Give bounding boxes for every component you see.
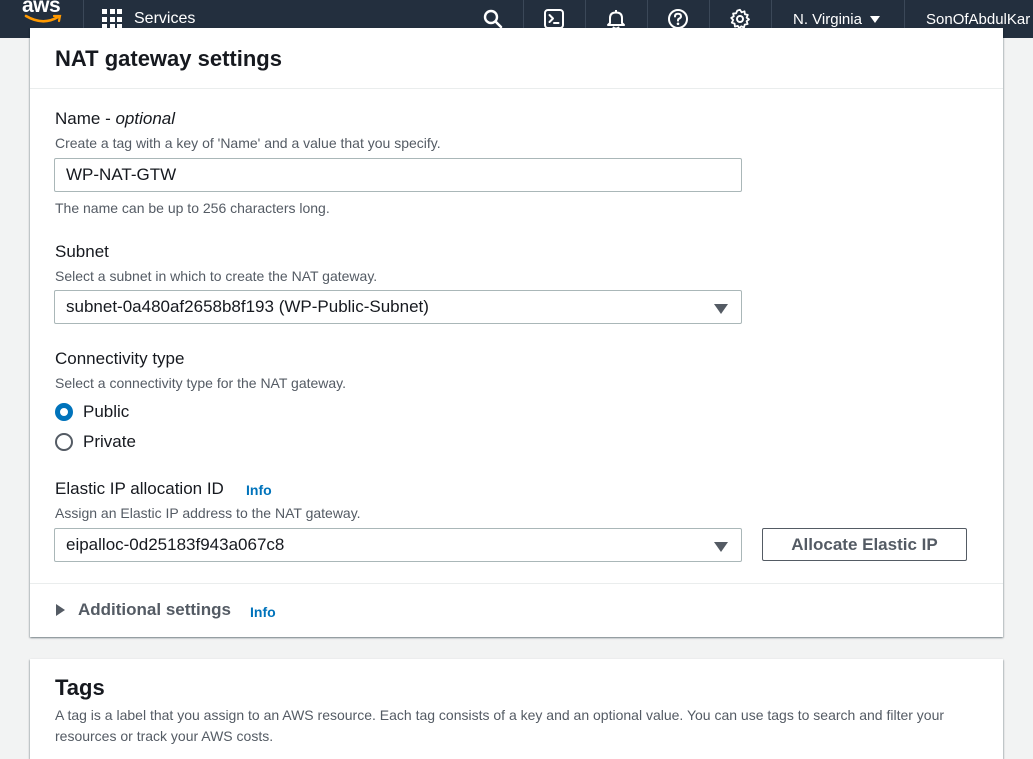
subnet-select[interactable]: subnet-0a480af2658b8f193 (WP-Public-Subn…	[54, 290, 742, 324]
name-label-text: Name -	[55, 109, 116, 128]
section-divider	[30, 583, 1003, 584]
tags-description: A tag is a label that you assign to an A…	[55, 707, 945, 744]
tags-panel: Tags A tag is a label that you assign to…	[30, 659, 1003, 759]
optional-label: optional	[115, 109, 176, 128]
tags-title: Tags	[55, 675, 105, 700]
elastic-ip-select[interactable]: eipalloc-0d25183f943a067c8	[54, 528, 742, 562]
elastic-ip-label: Elastic IP allocation ID	[55, 479, 224, 498]
connectivity-type-label: Connectivity type	[55, 349, 185, 368]
elastic-ip-selected-value: eipalloc-0d25183f943a067c8	[66, 535, 285, 554]
subnet-field-description: Select a subnet in which to create the N…	[55, 268, 378, 284]
radio-public-label[interactable]: Public	[83, 402, 129, 422]
services-grid-icon	[102, 9, 122, 29]
connectivity-type-description: Select a connectivity type for the NAT g…	[55, 375, 347, 391]
notifications-icon	[607, 10, 625, 30]
cloudshell-icon	[544, 9, 564, 29]
services-label: Services	[134, 10, 196, 27]
additional-settings-info-link[interactable]: Info	[250, 604, 276, 620]
name-field-constraint: The name can be up to 256 characters lon…	[55, 200, 330, 216]
elastic-ip-description: Assign an Elastic IP address to the NAT …	[55, 505, 361, 521]
region-label: N. Virginia	[793, 10, 862, 28]
search-icon	[483, 9, 503, 29]
account-name: SonOfAbdulKar	[926, 10, 1031, 28]
name-input-value: WP-NAT-GTW	[66, 165, 177, 184]
settings-icon	[730, 8, 750, 30]
name-field-description: Create a tag with a key of 'Name' and a …	[55, 135, 441, 151]
allocate-elastic-ip-button[interactable]: Allocate Elastic IP	[762, 528, 967, 561]
name-field-label: Name - optional	[55, 109, 175, 129]
panel-header: NAT gateway settings	[30, 28, 1003, 89]
additional-settings-label: Additional settings	[78, 600, 231, 619]
caret-down-icon	[869, 15, 880, 23]
radio-public[interactable]	[55, 403, 73, 421]
name-input[interactable]: WP-NAT-GTW	[54, 158, 742, 192]
help-icon	[668, 9, 688, 29]
aws-logo[interactable]: aws	[22, 0, 64, 30]
panel-title: NAT gateway settings	[55, 46, 282, 71]
subnet-field-label: Subnet	[55, 242, 109, 261]
radio-private-label[interactable]: Private	[83, 432, 136, 452]
subnet-selected-value: subnet-0a480af2658b8f193 (WP-Public-Subn…	[66, 297, 429, 316]
aws-smile-icon	[24, 14, 62, 23]
elastic-ip-info-link[interactable]: Info	[246, 482, 272, 498]
caret-down-icon	[714, 304, 728, 314]
additional-settings-expander[interactable]: Additional settings	[56, 600, 231, 620]
caret-right-icon	[56, 604, 65, 616]
nat-gateway-settings-panel: NAT gateway settings Name - optional Cre…	[30, 28, 1003, 637]
radio-private[interactable]	[55, 433, 73, 451]
caret-down-icon	[714, 542, 728, 552]
